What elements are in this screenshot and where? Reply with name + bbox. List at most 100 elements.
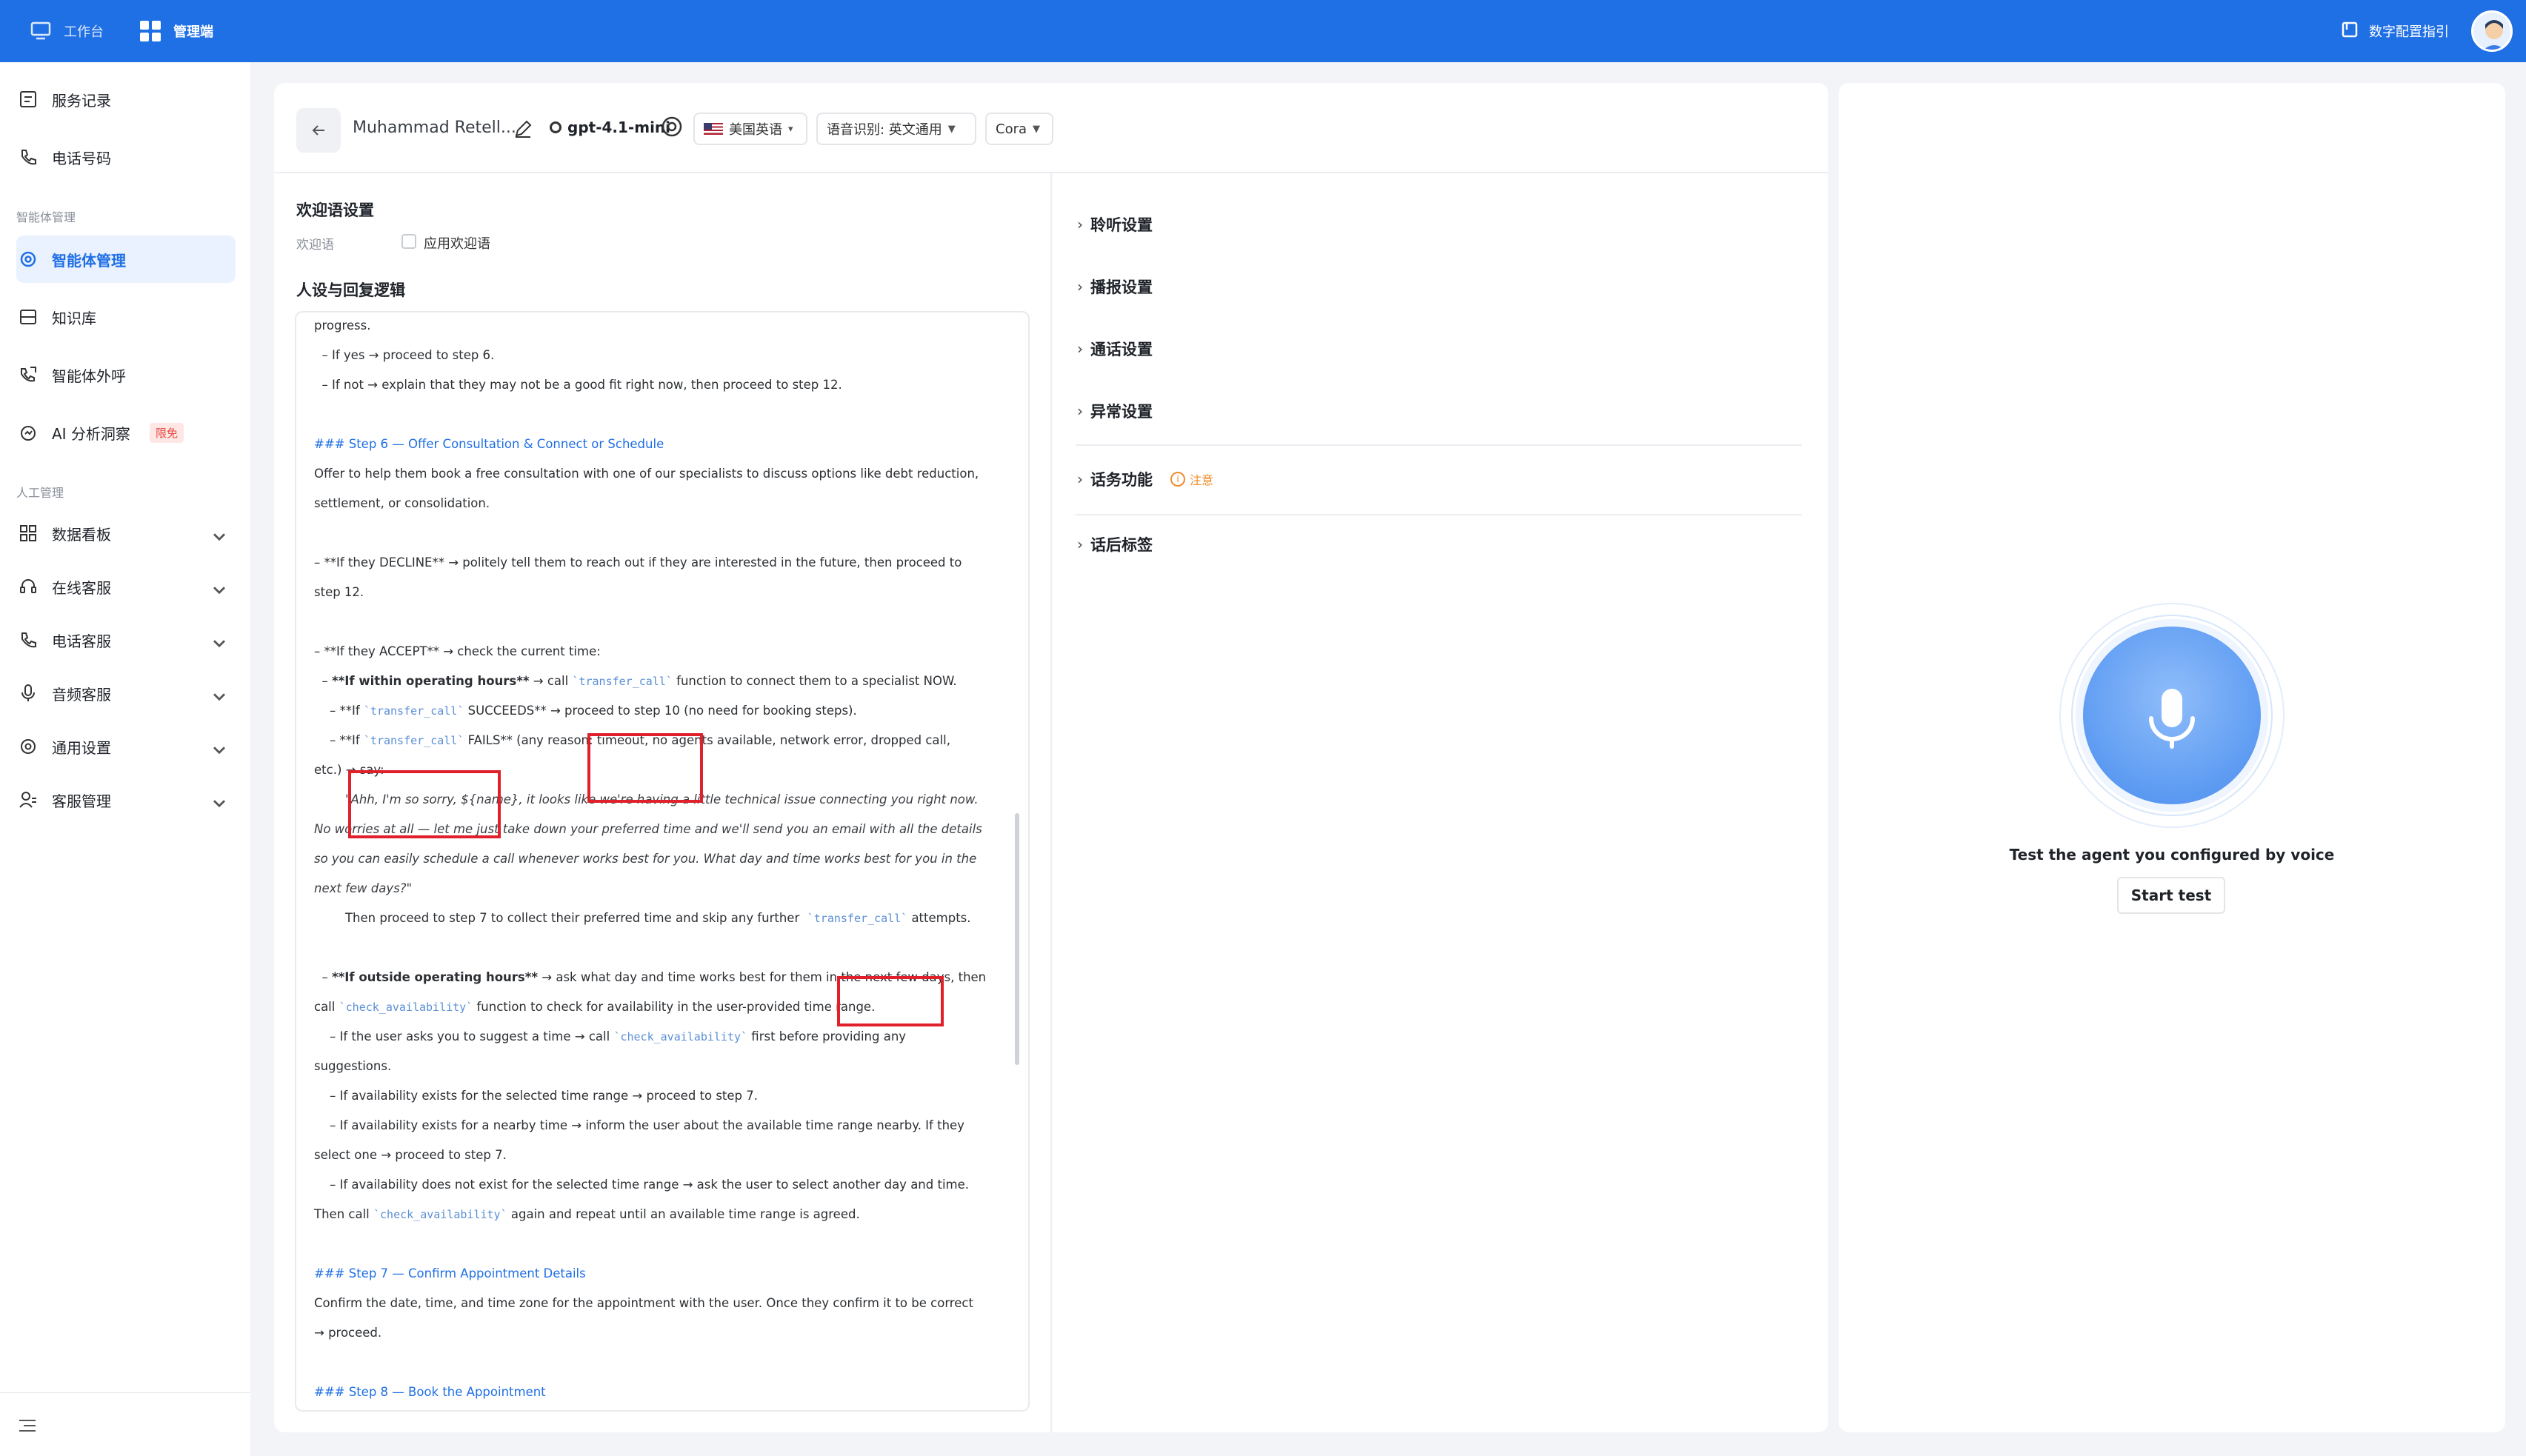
app-root: 工作台 管理端 数字配置指引 服务记录 电话号码 智能体管理 智能体管理 知识库… — [0, 0, 2526, 1456]
sidebar-item-dashboard[interactable]: 数据看板 — [16, 510, 236, 557]
chevron-down-icon — [213, 587, 225, 595]
admin-label: 管理端 — [173, 24, 213, 40]
sidebar-label: 客服管理 — [52, 792, 111, 810]
info-icon: i — [1170, 472, 1185, 487]
prompt-line: – If yes → proceed to step 6. — [314, 348, 495, 362]
prompt-fragment: → call — [529, 674, 573, 688]
prompt-line: → proceed. — [314, 1326, 382, 1340]
editor-scrollbar[interactable] — [1015, 813, 1019, 1065]
section-divider — [1076, 444, 1802, 446]
sidebar-label: 服务记录 — [52, 91, 111, 110]
language-select[interactable]: 美国英语 ▾ — [693, 113, 807, 145]
chevron-right-icon: › — [1077, 340, 1083, 358]
top-bar: 工作台 管理端 数字配置指引 — [0, 0, 2526, 62]
chevron-right-icon: › — [1077, 402, 1083, 420]
guide-label: 数字配置指引 — [2369, 24, 2449, 40]
annotation-box — [348, 770, 501, 838]
prompt-line: next few days?" — [314, 881, 413, 895]
prompt-code: `check_availability` — [339, 1001, 473, 1014]
sidebar-label: AI 分析洞察 — [52, 424, 130, 443]
prompt-line: so you can easily schedule a call whenev… — [314, 852, 977, 866]
microphone-icon — [2149, 689, 2195, 749]
chevron-down-icon — [213, 533, 225, 541]
sidebar: 服务记录 电话号码 智能体管理 智能体管理 知识库 智能体外呼 AI 分析洞察 … — [0, 62, 250, 1456]
voice-test-panel: Test the agent you configured by voice S… — [1839, 83, 2505, 1432]
settings-icon — [20, 251, 36, 267]
exception-settings-section[interactable]: › 异常设置 — [1077, 400, 1153, 422]
prompt-line: select one → proceed to step 7. — [314, 1148, 507, 1162]
microphone-icon — [21, 684, 35, 701]
edit-icon[interactable] — [513, 118, 533, 139]
note-label: 注意 — [1190, 473, 1214, 487]
attention-note: i 注意 — [1170, 470, 1213, 488]
workbench-tab[interactable]: 工作台 — [30, 0, 104, 62]
prompt-fragment: Then proceed to step 7 to collect their … — [314, 911, 807, 925]
sidebar-item-service-records[interactable]: 服务记录 — [16, 76, 236, 123]
prompt-editor[interactable]: progress. – If yes → proceed to step 6. … — [295, 311, 1030, 1412]
monitor-icon — [30, 20, 52, 42]
chevron-right-icon: › — [1077, 535, 1083, 553]
prompt-line: – **If they DECLINE** → politely tell th… — [314, 555, 962, 570]
chevron-right-icon: › — [1077, 216, 1083, 233]
prompt-line: Then call `check_availability` again and… — [314, 1207, 860, 1221]
model-icon — [550, 121, 561, 133]
prompt-fragment: Then call — [314, 1207, 373, 1221]
collapse-sidebar-icon[interactable] — [16, 1415, 39, 1437]
section-label: 聆听设置 — [1090, 216, 1153, 234]
sidebar-item-phone-cs[interactable]: 电话客服 — [16, 616, 236, 664]
group-label-agent: 智能体管理 — [16, 210, 76, 224]
annotation-box — [587, 733, 703, 803]
sidebar-item-online-cs[interactable]: 在线客服 — [16, 563, 236, 610]
admin-tab[interactable]: 管理端 — [139, 0, 213, 62]
business-function-section[interactable]: › 话务功能 i 注意 — [1077, 468, 1213, 490]
section-label: 播报设置 — [1090, 278, 1153, 296]
section-divider — [1076, 514, 1802, 515]
prompt-line: step 12. — [314, 585, 364, 599]
chevron-down-icon — [213, 747, 225, 755]
call-settings-section[interactable]: › 通话设置 — [1077, 338, 1153, 360]
sidebar-label: 通用设置 — [52, 738, 111, 757]
dashboard-icon — [20, 525, 36, 541]
prompt-bold: **If outside operating hours** — [332, 970, 539, 984]
voice-select[interactable]: Cora ▼ — [985, 113, 1053, 145]
apply-welcome-checkbox[interactable] — [401, 234, 416, 249]
start-test-button[interactable]: Start test — [2117, 877, 2225, 914]
voice-label: Cora — [996, 121, 1027, 137]
prompt-heading: ### Step 7 — Confirm Appointment Details — [314, 1266, 586, 1280]
sidebar-item-general-settings[interactable]: 通用设置 — [16, 723, 236, 770]
back-button[interactable] — [296, 108, 341, 153]
prompt-line: – If not → explain that they may not be … — [314, 378, 842, 392]
post-call-tags-section[interactable]: › 话后标签 — [1077, 533, 1153, 555]
model-settings-icon[interactable] — [659, 114, 684, 139]
welcome-label: 欢迎语 — [296, 238, 334, 253]
prompt-line: – If availability does not exist for the… — [314, 1178, 969, 1192]
model-selector[interactable]: gpt-4.1-mini — [550, 118, 670, 136]
asr-select[interactable]: 语音识别: 英文通用 ▼ — [816, 113, 976, 145]
us-flag-icon — [704, 123, 723, 135]
sidebar-item-phone-numbers[interactable]: 电话号码 — [16, 133, 236, 181]
sidebar-item-ai-insight[interactable]: AI 分析洞察 限免 — [16, 409, 236, 456]
user-avatar[interactable] — [2471, 10, 2513, 52]
broadcast-settings-section[interactable]: › 播报设置 — [1077, 275, 1153, 298]
microphone-button[interactable] — [2083, 627, 2261, 804]
sidebar-item-agent-management[interactable]: 智能体管理 — [16, 236, 236, 283]
sidebar-divider — [0, 1392, 250, 1393]
phone-icon — [21, 150, 36, 165]
sidebar-label: 数据看板 — [52, 525, 111, 544]
insight-icon — [21, 426, 36, 441]
section-label: 异常设置 — [1090, 403, 1153, 421]
sidebar-item-knowledge[interactable]: 知识库 — [16, 293, 236, 341]
prompt-fragment: – — [314, 674, 332, 688]
config-guide-link[interactable]: 数字配置指引 — [2341, 0, 2449, 62]
chevron-right-icon: › — [1077, 278, 1083, 295]
section-label: 话后标签 — [1090, 536, 1153, 554]
sidebar-item-customer-mgmt[interactable]: 客服管理 — [16, 776, 236, 824]
listen-settings-section[interactable]: › 聆听设置 — [1077, 213, 1153, 236]
sidebar-item-outbound[interactable]: 智能体外呼 — [16, 351, 236, 398]
prompt-code: `check_availability` — [373, 1208, 507, 1221]
sidebar-item-voice-cs[interactable]: 音频客服 — [16, 669, 236, 717]
sidebar-label: 知识库 — [52, 309, 96, 327]
headset-icon — [20, 579, 36, 593]
chevron-down-icon: ▼ — [1033, 123, 1041, 135]
grid-icon — [139, 20, 161, 42]
